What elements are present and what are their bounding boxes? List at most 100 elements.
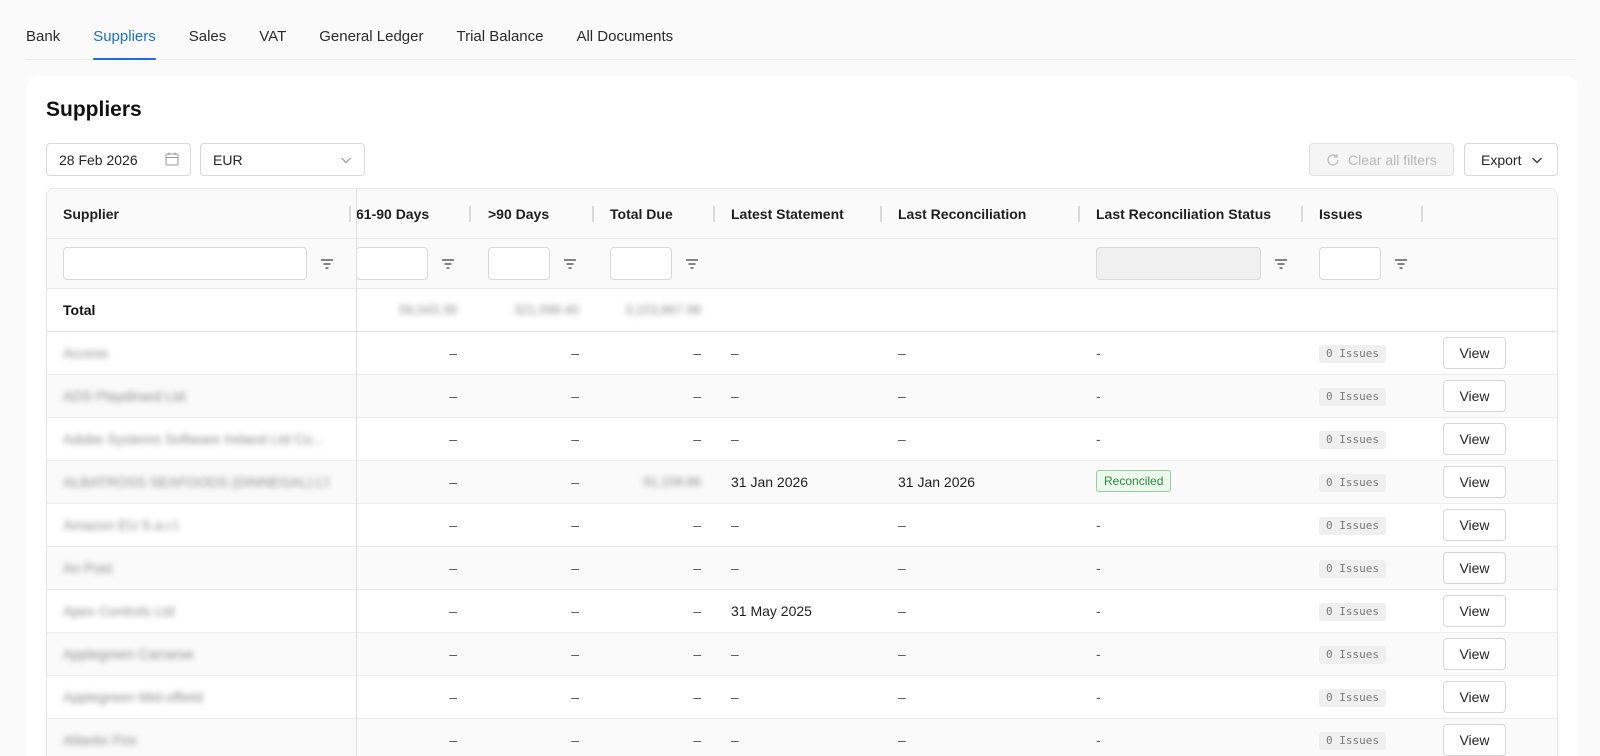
total-due-filter-input[interactable] (610, 247, 672, 280)
column-resizer[interactable] (1301, 206, 1303, 222)
supplier-name[interactable]: Atlantic Fire (63, 732, 137, 748)
clear-all-filters-label: Clear all filters (1348, 151, 1437, 168)
column-resizer[interactable] (469, 206, 471, 222)
status-value: - (1096, 560, 1101, 576)
view-button[interactable]: View (1443, 552, 1506, 584)
currency-value: EUR (213, 151, 243, 168)
61-90-days-value: – (449, 603, 457, 619)
supplier-name[interactable]: Amazon EU S.a.r.l. (63, 517, 181, 533)
view-button[interactable]: View (1443, 380, 1506, 412)
view-button[interactable]: View (1443, 466, 1506, 498)
status-filter-select[interactable] (1096, 247, 1261, 280)
view-button[interactable]: View (1443, 724, 1506, 756)
tab-vat[interactable]: VAT (259, 28, 286, 59)
tab-bank[interactable]: Bank (26, 28, 60, 59)
over-90-days-value: – (571, 388, 579, 404)
over-90-days-value: – (571, 646, 579, 662)
view-button[interactable]: View (1443, 638, 1506, 670)
last-reconciliation-value: – (898, 646, 906, 662)
status-value: - (1096, 517, 1101, 533)
supplier-name[interactable]: An Post (63, 560, 112, 576)
tab-all-documents[interactable]: All Documents (576, 28, 673, 59)
col-header-issues[interactable]: Issues (1319, 206, 1363, 222)
table-header-row: Supplier 61-90 Days >90 Days Total Due L… (47, 189, 1557, 239)
total-row: Total 56,043.39 321,099.40 3,153,867.98 (47, 289, 1557, 332)
currency-select[interactable]: EUR (200, 143, 365, 176)
col-header-latest-statement[interactable]: Latest Statement (731, 206, 844, 222)
filter-icon[interactable] (1393, 256, 1409, 272)
view-button[interactable]: View (1443, 423, 1506, 455)
status-value: - (1096, 345, 1101, 361)
latest-statement-value: – (731, 560, 739, 576)
supplier-name[interactable]: Access (63, 345, 108, 361)
column-resizer[interactable] (713, 206, 715, 222)
view-button[interactable]: View (1443, 595, 1506, 627)
fixed-column-divider (356, 189, 357, 756)
supplier-name[interactable]: ADS Playdinard Ltd (63, 388, 185, 404)
tab-sales[interactable]: Sales (189, 28, 227, 59)
clear-all-filters-button[interactable]: Clear all filters (1309, 143, 1454, 176)
latest-statement-value: 31 May 2025 (731, 603, 812, 619)
view-button[interactable]: View (1443, 681, 1506, 713)
61-90-days-value: – (449, 388, 457, 404)
filter-icon[interactable] (319, 256, 335, 272)
column-resizer[interactable] (1421, 206, 1423, 222)
61-90-days-value: – (449, 345, 457, 361)
col-header-over-90-days[interactable]: >90 Days (488, 206, 549, 222)
61-90-days-filter-input[interactable] (356, 247, 428, 280)
61-90-days-value: – (449, 517, 457, 533)
export-button[interactable]: Export (1464, 143, 1558, 176)
reconciled-status-badge: Reconciled (1096, 470, 1172, 492)
supplier-name[interactable]: Apex Controls Ltd (63, 603, 174, 619)
col-header-61-90-days[interactable]: 61-90 Days (356, 206, 429, 222)
view-button[interactable]: View (1443, 337, 1506, 369)
filter-icon[interactable] (684, 256, 700, 272)
filter-icon[interactable] (1273, 256, 1289, 272)
over-90-days-filter-input[interactable] (488, 247, 550, 280)
view-button[interactable]: View (1443, 509, 1506, 541)
supplier-name[interactable]: Applegreen Carraroe (63, 646, 194, 662)
filter-icon[interactable] (562, 256, 578, 272)
table-row: ALBATROSS SEAFOODS (DINNEGAL) LTD – – 91… (47, 461, 1557, 504)
supplier-name[interactable]: Adobe Systems Software Ireland Ltd Co... (63, 431, 328, 447)
column-resizer[interactable] (349, 206, 351, 222)
col-header-last-reconciliation[interactable]: Last Reconciliation (898, 206, 1026, 222)
table-row: Applegreen Mid-offield – – – – – - 0 Iss… (47, 676, 1557, 719)
total-due-value: – (693, 603, 701, 619)
last-reconciliation-value: – (898, 431, 906, 447)
over-90-days-value: – (571, 517, 579, 533)
tab-suppliers[interactable]: Suppliers (93, 28, 156, 60)
issues-filter-input[interactable] (1319, 247, 1381, 280)
column-resizer[interactable] (880, 206, 882, 222)
col-header-supplier[interactable]: Supplier (63, 206, 119, 222)
61-90-days-value: – (449, 431, 457, 447)
status-value: - (1096, 689, 1101, 705)
page-title: Suppliers (46, 98, 142, 121)
calendar-icon (165, 152, 179, 166)
supplier-name[interactable]: Applegreen Mid-offield (63, 689, 203, 705)
issues-badge: 0 Issues (1319, 474, 1386, 492)
total-due-value: – (693, 732, 701, 748)
last-reconciliation-value: – (898, 345, 906, 361)
supplier-name[interactable]: ALBATROSS SEAFOODS (DINNEGAL) LTD (63, 474, 328, 490)
date-picker[interactable]: 28 Feb 2026 (46, 143, 191, 176)
tab-general-ledger[interactable]: General Ledger (319, 28, 423, 59)
col-header-total-due[interactable]: Total Due (610, 206, 673, 222)
61-90-days-value: – (449, 732, 457, 748)
total-due-value: – (693, 560, 701, 576)
latest-statement-value: – (731, 345, 739, 361)
column-resizer[interactable] (1078, 206, 1080, 222)
61-90-days-value: – (449, 646, 457, 662)
column-resizer[interactable] (592, 206, 594, 222)
latest-statement-value: 31 Jan 2026 (731, 474, 809, 490)
filter-icon[interactable] (440, 256, 456, 272)
tab-trial-balance[interactable]: Trial Balance (456, 28, 543, 59)
latest-statement-value: – (731, 646, 739, 662)
table-row: Apex Controls Ltd – – – 31 May 2025 – - … (47, 590, 1557, 633)
table-row: Adobe Systems Software Ireland Ltd Co...… (47, 418, 1557, 461)
export-label: Export (1481, 151, 1522, 168)
col-header-last-reconciliation-status[interactable]: Last Reconciliation Status (1096, 206, 1271, 222)
issues-badge: 0 Issues (1319, 388, 1386, 406)
supplier-filter-input[interactable] (63, 247, 307, 280)
last-reconciliation-value: – (898, 732, 906, 748)
